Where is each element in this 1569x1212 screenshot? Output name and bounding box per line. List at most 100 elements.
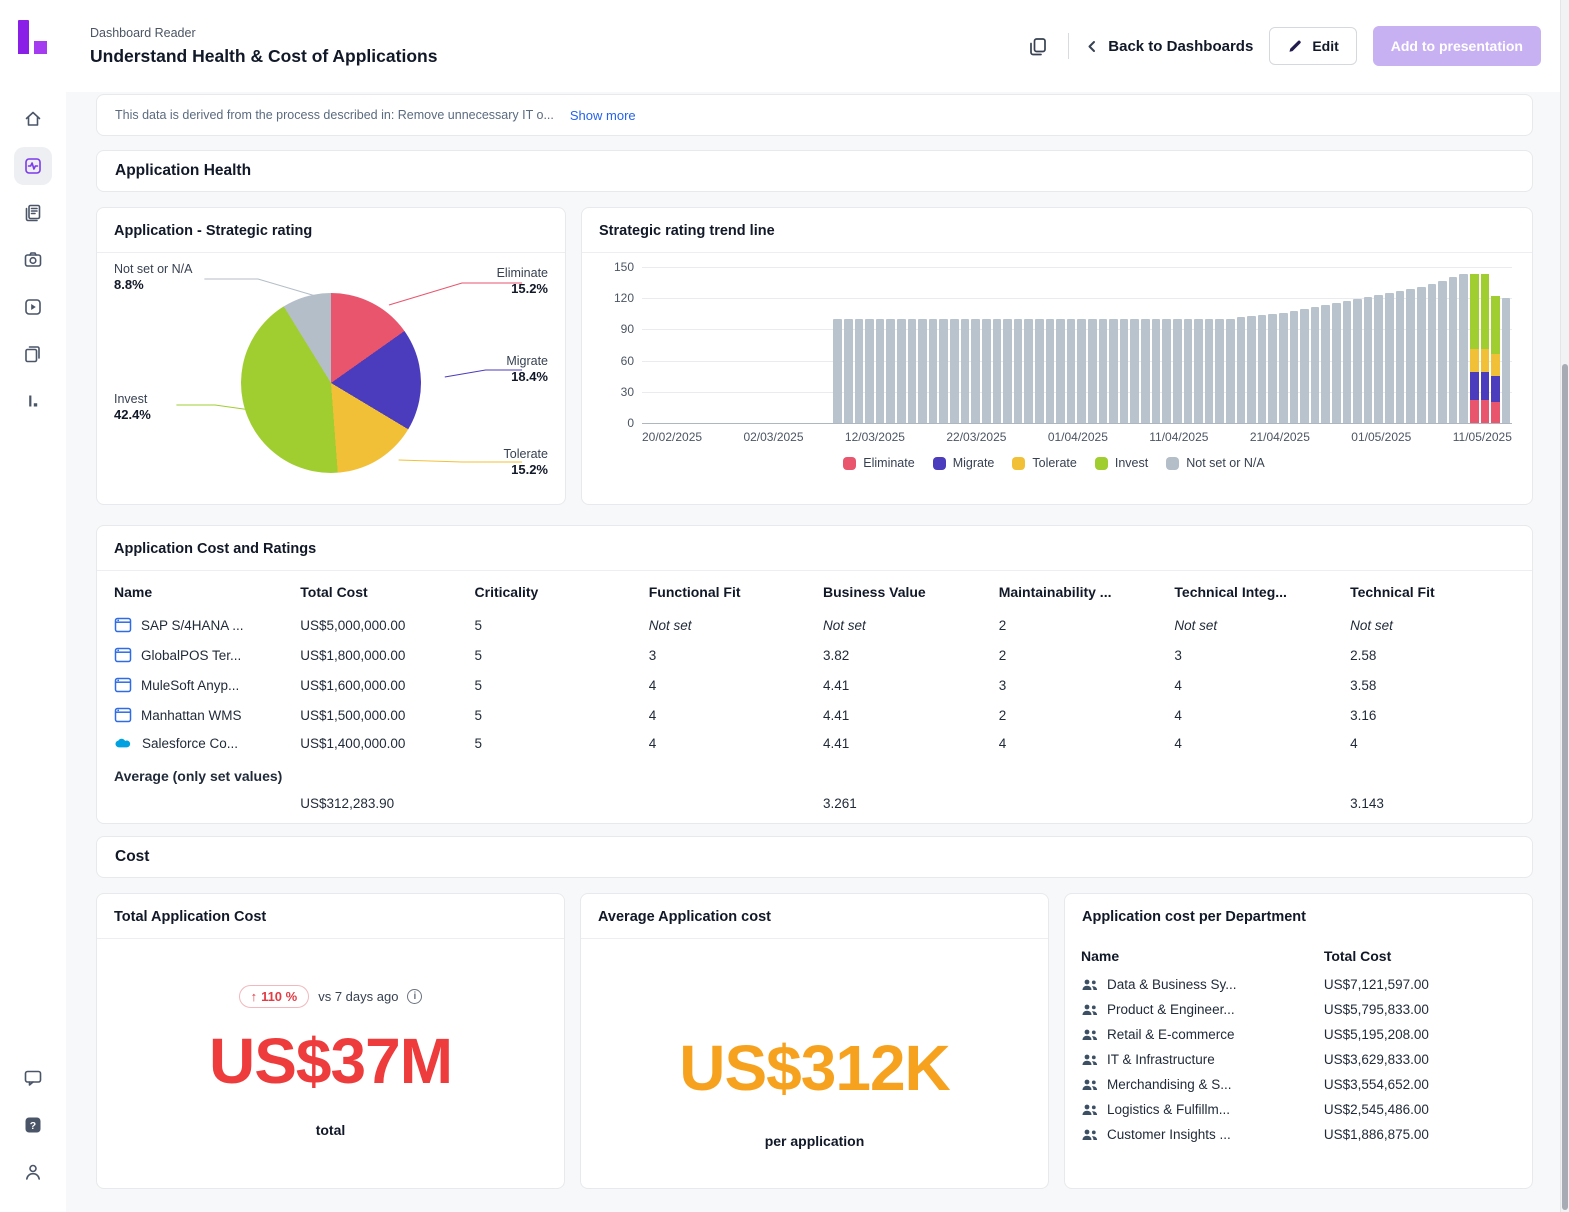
- sidebar-item-help[interactable]: ?: [14, 1106, 52, 1144]
- show-more-link[interactable]: Show more: [570, 108, 636, 123]
- sidebar-item-workspace[interactable]: [14, 382, 52, 420]
- trend-bar: [1173, 319, 1182, 423]
- department-cost-card: Application cost per Department NameTota…: [1064, 893, 1533, 1189]
- sidebar-item-collections[interactable]: [14, 335, 52, 373]
- table-row[interactable]: IT & Infrastructure US$3,629,833.00: [1065, 1047, 1532, 1072]
- strategic-pie-chart[interactable]: [241, 293, 421, 473]
- info-icon[interactable]: i: [407, 989, 422, 1004]
- column-header[interactable]: Functional Fit: [639, 571, 813, 610]
- legend-item-tolerate[interactable]: Tolerate: [1012, 456, 1076, 470]
- department-name[interactable]: Merchandising & S...: [1107, 1077, 1232, 1092]
- trend-card-title: Strategic rating trend line: [582, 208, 1532, 253]
- application-cost-ratings-card: Application Cost and Ratings NameTotal C…: [96, 525, 1533, 824]
- table-row[interactable]: SAP S/4HANA ...US$5,000,000.005Not setNo…: [97, 610, 1532, 640]
- sidebar-item-diagrams[interactable]: [14, 288, 52, 326]
- table-row[interactable]: Merchandising & S...US$3,554,652.00: [1065, 1072, 1532, 1097]
- column-header[interactable]: Name: [97, 571, 290, 610]
- application-icon: [114, 706, 132, 724]
- dept-tbody: Data & Business Sy...US$7,121,597.00Prod…: [1065, 972, 1532, 1147]
- legend-label: Migrate: [953, 456, 995, 470]
- department-name[interactable]: Logistics & Fulfillm...: [1107, 1102, 1230, 1117]
- legend-color-dot: [933, 457, 946, 470]
- table-cell: 4: [639, 700, 813, 730]
- table-row[interactable]: Customer Insights ...US$1,886,875.00: [1065, 1122, 1532, 1147]
- trend-bar: [1205, 319, 1214, 423]
- column-header[interactable]: Name: [1065, 938, 1308, 972]
- app-logo[interactable]: [18, 20, 48, 54]
- table-cell: 3: [639, 640, 813, 670]
- pie-label-text: Migrate: [506, 354, 548, 368]
- legend-item-eliminate[interactable]: Eliminate: [843, 456, 914, 470]
- department-name[interactable]: Data & Business Sy...: [1107, 977, 1237, 992]
- chevron-left-icon: [1085, 39, 1099, 54]
- scrollbar-thumb[interactable]: [1562, 364, 1568, 1210]
- table-cell: 3: [1164, 640, 1340, 670]
- sidebar-item-home[interactable]: [14, 100, 52, 138]
- vertical-scrollbar[interactable]: [1560, 0, 1569, 1212]
- sidebar-item-inventory[interactable]: [14, 241, 52, 279]
- legend-item-invest[interactable]: Invest: [1095, 456, 1148, 470]
- trend-bar: [1502, 298, 1511, 423]
- legend-color-dot: [1166, 457, 1179, 470]
- add-to-presentation-button[interactable]: Add to presentation: [1373, 26, 1541, 66]
- column-header[interactable]: Total Cost: [1308, 938, 1532, 972]
- column-header[interactable]: Maintainability ...: [989, 571, 1165, 610]
- column-header[interactable]: Criticality: [465, 571, 639, 610]
- department-cost: US$3,629,833.00: [1308, 1047, 1532, 1072]
- trend-bar: [1321, 305, 1330, 423]
- trend-bar: [1300, 309, 1309, 423]
- legend-item-not-set-or-n-a[interactable]: Not set or N/A: [1166, 456, 1265, 470]
- sidebar-item-feedback[interactable]: [14, 1059, 52, 1097]
- column-header[interactable]: Total Cost: [290, 571, 464, 610]
- trend-bar: [961, 319, 970, 423]
- sidebar-item-profile[interactable]: [14, 1153, 52, 1191]
- table-row[interactable]: MuleSoft Anyp...US$1,600,000.00544.41343…: [97, 670, 1532, 700]
- copy-button[interactable]: [1023, 32, 1052, 61]
- table-row[interactable]: Manhattan WMSUS$1,500,000.00544.41243.16: [97, 700, 1532, 730]
- application-name[interactable]: GlobalPOS Ter...: [141, 648, 241, 663]
- pie-label-text: Invest: [114, 392, 147, 406]
- application-name[interactable]: SAP S/4HANA ...: [141, 618, 244, 633]
- comparison-label: vs 7 days ago: [318, 989, 398, 1004]
- table-row[interactable]: GlobalPOS Ter...US$1,800,000.00533.82232…: [97, 640, 1532, 670]
- column-header[interactable]: Technical Fit: [1340, 571, 1532, 610]
- average-cell: US$312,283.90: [290, 790, 464, 817]
- edit-button[interactable]: Edit: [1269, 27, 1356, 65]
- table-row[interactable]: Product & Engineer...US$5,795,833.00: [1065, 997, 1532, 1022]
- table-cell: Not set: [1340, 610, 1532, 640]
- trend-bar: [865, 319, 874, 423]
- application-name[interactable]: MuleSoft Anyp...: [141, 678, 239, 693]
- department-name[interactable]: Product & Engineer...: [1107, 1002, 1235, 1017]
- trend-bars: [833, 267, 1510, 423]
- table-row[interactable]: Data & Business Sy...US$7,121,597.00: [1065, 972, 1532, 997]
- y-axis-tick: 60: [596, 354, 634, 368]
- department-name[interactable]: IT & Infrastructure: [1107, 1052, 1215, 1067]
- edit-button-label: Edit: [1312, 38, 1338, 54]
- table-row[interactable]: Retail & E-commerceUS$5,195,208.00: [1065, 1022, 1532, 1047]
- trend-bar: [897, 319, 906, 423]
- table-row[interactable]: Logistics & Fulfillm... US$2,545,486.00: [1065, 1097, 1532, 1122]
- trend-bar: [1332, 303, 1341, 423]
- back-to-dashboards-link[interactable]: Back to Dashboards: [1085, 38, 1253, 55]
- department-icon: [1081, 1128, 1099, 1142]
- application-name[interactable]: Manhattan WMS: [141, 708, 242, 723]
- trend-bar-segment-migrate: [1470, 372, 1479, 400]
- x-axis-label: 11/04/2025: [1149, 430, 1208, 444]
- pie-label-text: Tolerate: [504, 447, 548, 461]
- sidebar-item-reports[interactable]: [14, 194, 52, 232]
- department-name[interactable]: Retail & E-commerce: [1107, 1027, 1235, 1042]
- pie-label-migrate: Migrate 18.4%: [506, 353, 548, 385]
- table-row[interactable]: Salesforce Co...US$1,400,000.00544.41444: [97, 730, 1532, 757]
- table-cell: 4: [1340, 730, 1532, 757]
- department-icon: [1081, 1028, 1099, 1042]
- department-cost: US$2,545,486.00: [1308, 1097, 1532, 1122]
- column-header[interactable]: Business Value: [813, 571, 989, 610]
- department-name[interactable]: Customer Insights ...: [1107, 1127, 1231, 1142]
- sidebar-item-dashboards[interactable]: [14, 147, 52, 185]
- y-axis-tick: 30: [596, 385, 634, 399]
- application-name[interactable]: Salesforce Co...: [142, 736, 238, 751]
- application-icon: [114, 676, 132, 694]
- column-header[interactable]: Technical Integ...: [1164, 571, 1340, 610]
- back-link-label: Back to Dashboards: [1108, 38, 1253, 55]
- legend-item-migrate[interactable]: Migrate: [933, 456, 995, 470]
